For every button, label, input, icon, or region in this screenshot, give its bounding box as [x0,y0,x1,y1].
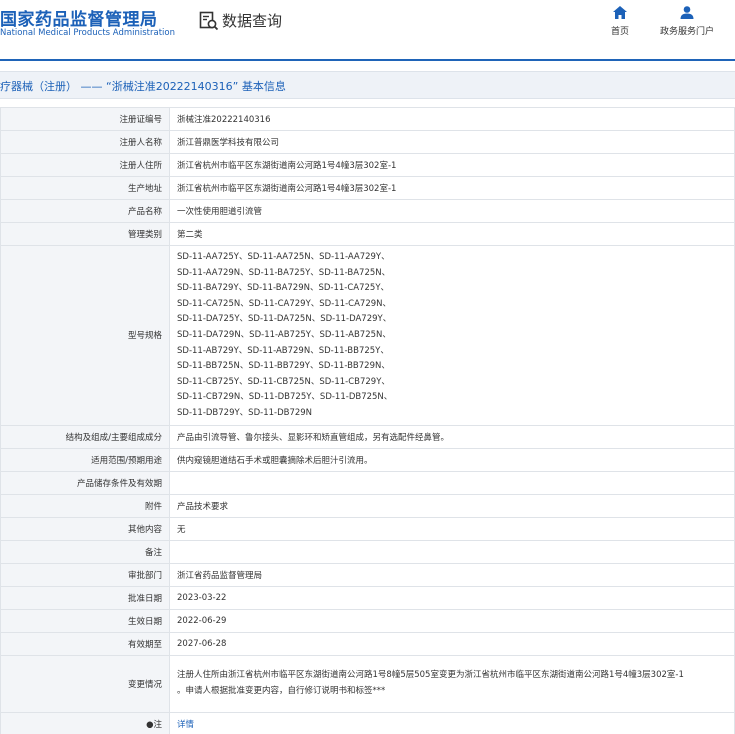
table-row: 批准日期 2023-03-22 [0,585,735,610]
site-header: 国家药品监督管理局 National Medical Products Admi… [0,0,735,57]
approval-date-value: 2023-03-22 [169,585,735,610]
row-label: 适用范围/预期用途 [0,447,170,472]
row-label: 注册证编号 [0,107,170,131]
row-label: 变更情况 [0,654,170,713]
models-value: SD-11-AA725Y、SD-11-AA725N、SD-11-AA729Y、 … [169,245,735,426]
table-row: 备注 [0,539,735,564]
logo-title-cn[interactable]: 国家药品监督管理局 [0,5,158,30]
row-label: 其他内容 [0,516,170,541]
table-row: 审批部门 浙江省药品监督管理局 [0,562,735,587]
home-icon [611,6,629,19]
row-label: 审批部门 [0,562,170,587]
changes-line-1: 注册人住所由浙江省杭州市临平区东湖街道南公河路1号8幢5层505室变更为浙江省杭… [177,669,684,680]
table-row: 注册人名称 浙江普鼎医学科技有限公司 [0,130,735,154]
table-row: 结构及组成/主要组成成分 产品由引流导管、鲁尔接头、显影环和矫直管组成，另有选配… [0,424,735,449]
table-row: 生效日期 2022-06-29 [0,608,735,633]
expiry-date-value: 2027-06-28 [169,631,735,656]
row-label: 附件 [0,493,170,518]
detail-title-bar: 疗器械（注册） —— “浙械注准20222140316” 基本信息 [0,71,735,99]
model-line: SD-11-BA729Y、SD-11-BA729N、SD-11-CA725Y、 [177,283,390,294]
effective-date-value: 2022-06-29 [169,608,735,633]
product-name-value: 一次性使用胆道引流管 [169,199,735,223]
structure-value: 产品由引流导管、鲁尔接头、显影环和矫直管组成，另有选配件经鼻管。 [169,424,735,449]
table-row: 注册人住所 浙江省杭州市临平区东湖街道南公河路1号4幢3层302室-1 [0,153,735,177]
reg-number-value: 浙械注准20222140316 [169,107,735,131]
model-line: SD-11-AA725Y、SD-11-AA725N、SD-11-AA729Y、 [177,252,390,262]
document-search-icon [199,11,219,31]
table-row: 适用范围/预期用途 供内窥镜胆道结石手术或胆囊摘除术后胆汁引流用。 [0,447,735,472]
logo-title-en[interactable]: National Medical Products Administration [0,28,175,38]
device-info-table: 注册证编号 浙械注准20222140316 注册人名称 浙江普鼎医学科技有限公司… [0,107,735,734]
row-label: 生产地址 [0,176,170,200]
table-row: 变更情况 注册人住所由浙江省杭州市临平区东湖街道南公河路1号8幢5层505室变更… [0,654,735,713]
model-line: SD-11-BB725N、SD-11-BB729Y、SD-11-BB729N、 [177,361,390,372]
row-label: 型号规格 [0,245,170,426]
data-query-link[interactable]: 数据查询 [199,10,282,31]
production-address-value: 浙江省杭州市临平区东湖街道南公河路1号4幢3层302室-1 [169,176,735,200]
data-query-label: 数据查询 [222,12,283,30]
row-label: 生效日期 [0,608,170,633]
model-line: SD-11-DA725Y、SD-11-DA725N、SD-11-DA729Y、 [177,314,392,325]
model-line: SD-11-CA725N、SD-11-CA729Y、SD-11-CA729N、 [177,298,392,309]
row-label: 结构及组成/主要组成成分 [0,424,170,449]
changes-value: 注册人住所由浙江省杭州市临平区东湖街道南公河路1号8幢5层505室变更为浙江省杭… [169,654,735,713]
row-label: 产品名称 [0,199,170,223]
row-label: 注册人住所 [0,153,170,177]
nav-home-label: 首页 [611,27,630,37]
model-line: SD-11-DA729N、SD-11-AB725Y、SD-11-AB725N、 [177,329,391,340]
row-label: 产品储存条件及有效期 [0,470,170,495]
table-row: 其他内容 无 [0,516,735,541]
table-row: ●注 详情 [0,711,735,734]
model-line: SD-11-CB729N、SD-11-DB725Y、SD-11-DB725N、 [177,392,393,403]
table-row: 管理类别 第二类 [0,222,735,246]
models-list: SD-11-AA725Y、SD-11-AA725N、SD-11-AA729Y、 … [177,246,734,425]
approval-dept-value: 浙江省药品监督管理局 [169,562,735,587]
model-line: SD-11-AA729N、SD-11-BA725Y、SD-11-BA725N、 [177,267,391,278]
note-value: 详情 [169,711,735,734]
row-label: 注册人名称 [0,130,170,154]
nav-home[interactable]: 首页 [611,6,629,37]
nav-gov-portal[interactable]: 政务服务门户 [660,6,714,37]
user-icon [660,6,714,19]
nav-gov-portal-label: 政务服务门户 [660,27,715,37]
note-label-cell: ●注 [0,711,170,734]
table-row: 有效期至 2027-06-28 [0,631,735,656]
model-line: SD-11-AB729Y、SD-11-AB729N、SD-11-BB725Y、 [177,345,389,356]
table-row: 生产地址 浙江省杭州市临平区东湖街道南公河路1号4幢3层302室-1 [0,176,735,200]
row-label: 备注 [0,539,170,564]
attachment-value: 产品技术要求 [169,493,735,518]
remark-value [169,539,735,564]
scope-value: 供内窥镜胆道结石手术或胆囊摘除术后胆汁引流用。 [169,447,735,472]
row-label: 批准日期 [0,585,170,610]
changes-line-2: 。申请人根据批准变更内容，自行修订说明书和标签*** [177,685,386,696]
table-row: 产品名称 一次性使用胆道引流管 [0,199,735,223]
storage-value [169,470,735,495]
table-row: 附件 产品技术要求 [0,493,735,518]
model-line: SD-11-DB729Y、SD-11-DB729N [177,407,313,418]
changes-text: 注册人住所由浙江省杭州市临平区东湖街道南公河路1号8幢5层505室变更为浙江省杭… [177,662,734,705]
row-label: 有效期至 [0,631,170,656]
registrant-address-value: 浙江省杭州市临平区东湖街道南公河路1号4幢3层302室-1 [169,153,735,177]
other-value: 无 [169,516,735,541]
row-label: 管理类别 [0,222,170,246]
management-class-value: 第二类 [169,222,735,246]
model-line: SD-11-CB725Y、SD-11-CB725N、SD-11-CB729Y、 [177,376,390,387]
registrant-value: 浙江普鼎医学科技有限公司 [169,130,735,154]
details-link[interactable]: 详情 [177,720,194,730]
header-divider [0,59,735,61]
table-row: 产品储存条件及有效期 [0,470,735,495]
table-row: 型号规格 SD-11-AA725Y、SD-11-AA725N、SD-11-AA7… [0,245,735,426]
table-row: 注册证编号 浙械注准20222140316 [0,107,735,131]
row-label: 注 [153,719,162,730]
detail-title: 疗器械（注册） —— “浙械注准20222140316” 基本信息 [0,80,286,93]
